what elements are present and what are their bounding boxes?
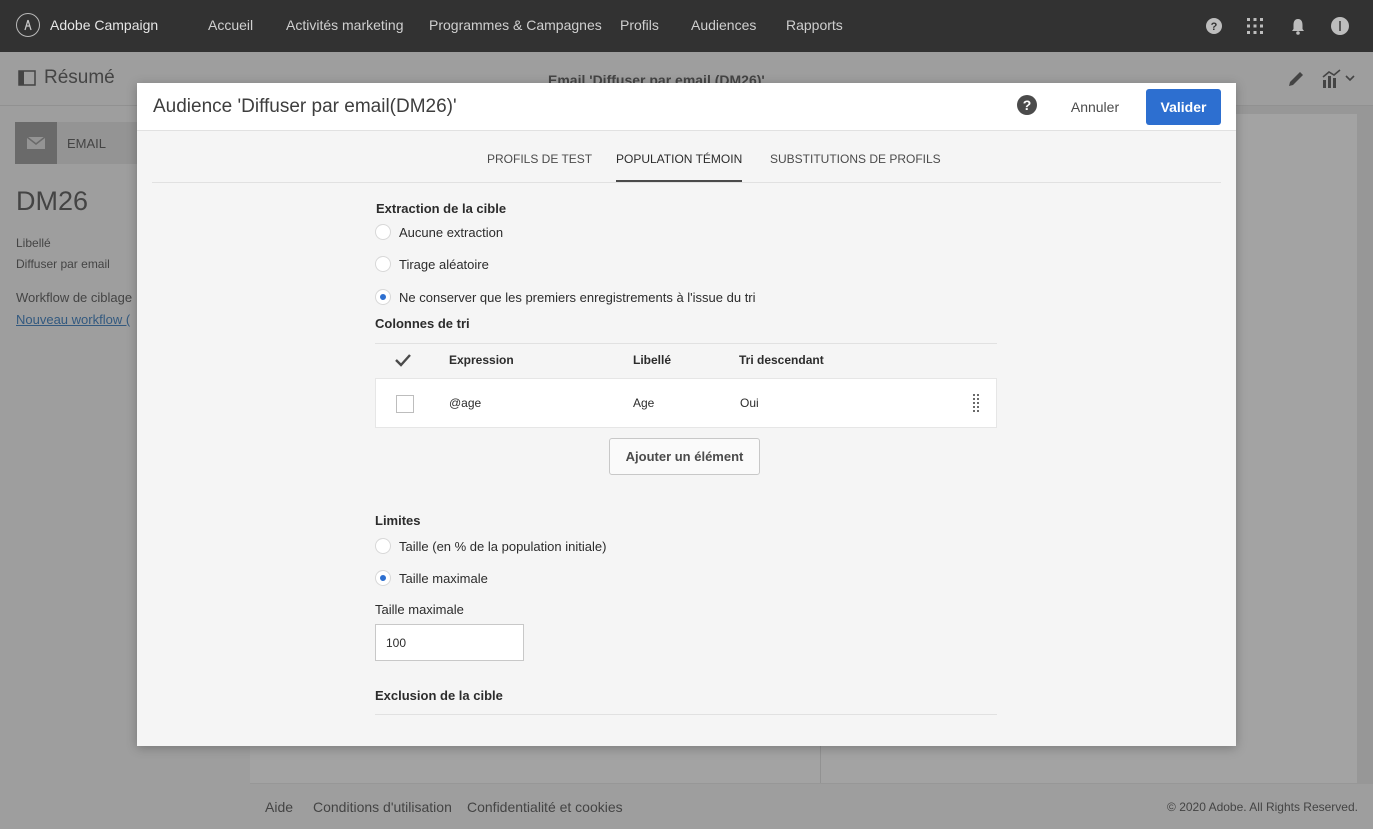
audience-dialog: Audience 'Diffuser par email(DM26)' ? An… [137,83,1236,746]
radio-label: Taille maximale [399,570,488,586]
exclusion-title: Exclusion de la cible [375,688,503,703]
max-size-input[interactable] [375,624,524,661]
max-size-label: Taille maximale [375,602,464,617]
nav-item-rapports[interactable]: Rapports [786,17,843,33]
radio-button[interactable] [375,538,391,554]
tab-profils-de-test[interactable]: PROFILS DE TEST [487,152,592,180]
table-header: Expression Libellé Tri descendant [375,343,997,378]
nav-item-audiences[interactable]: Audiences [691,17,756,33]
user-avatar-icon[interactable] [1330,16,1350,36]
sort-columns-table: Expression Libellé Tri descendant @age A… [375,343,997,428]
brand[interactable]: Adobe Campaign [16,13,158,37]
drag-handle-icon[interactable] [973,394,979,417]
header-libelle: Libellé [633,353,672,367]
cell-expression: @age [449,396,482,410]
radio-taille-maximale[interactable]: Taille maximale [375,570,488,586]
adobe-campaign-logo-icon [16,13,40,37]
sort-columns-title: Colonnes de tri [375,316,470,331]
table-row[interactable]: @age Age Oui [375,378,997,428]
dialog-header: Audience 'Diffuser par email(DM26)' ? An… [137,83,1236,131]
radio-button[interactable] [375,256,391,272]
cell-libelle: Age [633,396,655,410]
row-checkbox[interactable] [396,395,414,413]
radio-label: Taille (en % de la population initiale) [399,538,607,554]
radio-button-selected[interactable] [375,289,391,305]
tab-population-temoin[interactable]: POPULATION TÉMOIN [616,152,743,182]
radio-label: Ne conserver que les premiers enregistre… [399,289,756,305]
radio-button-selected[interactable] [375,570,391,586]
dialog-title: Audience 'Diffuser par email(DM26)' [153,96,457,117]
validate-button[interactable]: Valider [1146,89,1221,125]
radio-tirage-aleatoire[interactable]: Tirage aléatoire [375,256,489,272]
nav-item-activites-marketing[interactable]: Activités marketing [286,17,403,33]
add-element-button[interactable]: Ajouter un élément [609,438,760,475]
radio-taille-pourcentage[interactable]: Taille (en % de la population initiale) [375,538,606,554]
nav-item-profils[interactable]: Profils [620,17,659,33]
nav-item-accueil[interactable]: Accueil [208,17,253,33]
dialog-help-icon[interactable]: ? [1017,95,1037,115]
nav-item-programmes-campagnes[interactable]: Programmes & Campagnes [429,17,602,33]
apps-grid-icon[interactable] [1245,16,1265,36]
radio-label: Tirage aléatoire [399,256,489,272]
radio-label: Aucune extraction [399,224,504,240]
header-tri-descendant: Tri descendant [739,353,824,367]
top-navigation-bar: Adobe Campaign Accueil Activités marketi… [0,0,1373,52]
bell-icon[interactable] [1288,16,1308,36]
radio-premiers-enregistrements[interactable]: Ne conserver que les premiers enregistre… [375,289,756,305]
limits-title: Limites [375,513,421,528]
section-divider [375,714,997,715]
brand-name: Adobe Campaign [50,17,159,33]
cell-tri-descendant: Oui [740,396,759,410]
header-expression: Expression [449,353,514,367]
tab-substitutions-de-profils[interactable]: SUBSTITUTIONS DE PROFILS [770,152,941,180]
cancel-button[interactable]: Annuler [1055,91,1135,123]
extraction-title: Extraction de la cible [376,201,507,216]
radio-aucune-extraction[interactable]: Aucune extraction [375,224,503,240]
select-all-check-icon[interactable] [395,353,411,372]
help-icon[interactable]: ? [1204,16,1224,36]
svg-text:?: ? [1211,21,1218,33]
radio-button[interactable] [375,224,391,240]
dialog-tabs: PROFILS DE TEST POPULATION TÉMOIN SUBSTI… [152,131,1221,183]
